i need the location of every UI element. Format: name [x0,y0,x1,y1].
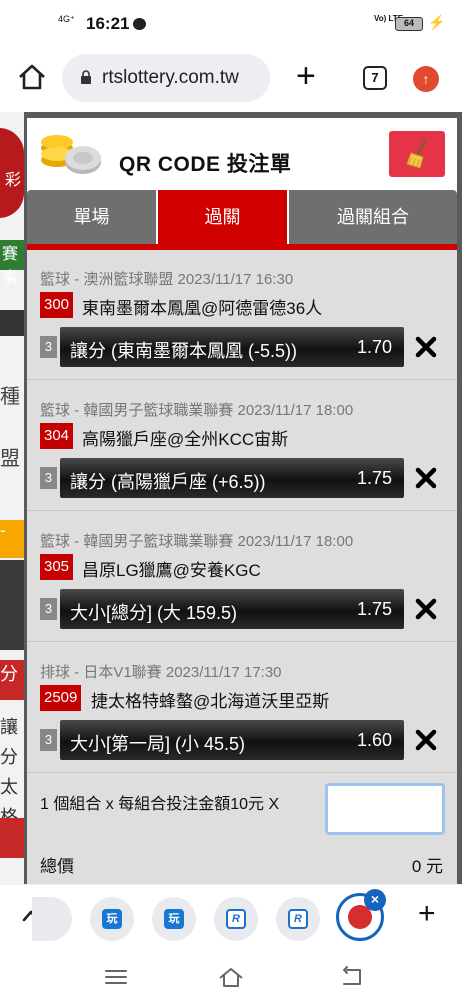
bet-code-badge: 300 [40,292,74,318]
bet-odds: 1.75 [356,599,392,619]
background-fragment [0,310,24,336]
background-fragment: 賽事 [0,240,24,287]
background-fragment [0,560,24,650]
remove-bet-icon[interactable] [415,336,437,358]
background-fragment: 讓分 太格 [0,717,18,827]
back-nav-icon[interactable] [338,962,368,992]
bet-odds: 1.70 [356,337,392,357]
new-tab-icon[interactable]: + [296,56,316,96]
tab-parlay-combo[interactable]: 過關組合 [289,190,457,244]
clock: 16:21 [86,14,130,33]
bet-selection-bar: 讓分 (高陽獵戶座 (+6.5)) 1.75 [60,458,404,498]
bet-match: 昌原LG獵鷹@安養KGC [82,561,261,580]
site-favicon-icon: R [288,909,308,929]
bet-match: 高陽獵戶座@全州KCC宙斯 [82,430,289,449]
bet-league: 籃球 - 韓國男子籃球職業聯賽 2023/11/17 18:00 [40,402,354,419]
coins-icon [41,135,101,174]
bet-number: 3 [40,467,57,489]
browser-toolbar: rtslottery.com.tw + 7 ↑ [0,46,462,112]
remove-bet-icon[interactable] [415,598,437,620]
bet-code-badge: 2509 [40,685,82,711]
bet-item: 籃球 - 澳洲籃球聯盟 2023/11/17 16:30 300 東南墨爾本鳳凰… [27,250,457,380]
background-logo: 彩 [0,128,24,218]
background-fragment: 盟 [0,448,20,470]
add-tab-icon[interactable]: + [418,897,436,931]
background-fragment: - [0,520,24,558]
tab-single[interactable]: 單場 [27,190,156,244]
bet-selection: 讓分 (東南墨爾本鳳凰 (-5.5)) [70,341,297,361]
site-favicon-icon: 玩 [164,909,184,929]
site-favicon-icon: 玩 [102,909,122,929]
background-page-strip: 彩 賽事 種 盟 - 分 讓分 太格 [0,112,24,884]
site-favicon-icon: R [226,909,246,929]
tab-thumbnail[interactable] [32,897,72,941]
home-icon[interactable] [15,60,49,94]
bet-league: 排球 - 日本V1聯賽 2023/11/17 17:30 [40,664,282,681]
total-value: 0 元 [411,857,443,876]
bet-number: 3 [40,336,57,358]
url-text: rtslottery.com.tw [102,67,239,88]
bet-type-tabs: 單場 過關 過關組合 [27,190,457,244]
recent-apps-icon[interactable] [101,962,131,992]
bet-selection: 讓分 (高陽獵戶座 (+6.5)) [70,472,266,492]
tab-thumbnail[interactable]: 玩 [90,897,134,941]
bet-league: 籃球 - 澳洲籃球聯盟 2023/11/17 16:30 [40,271,294,288]
total-label: 總價 [40,857,74,876]
bet-number: 3 [40,729,57,751]
background-fragment [0,818,24,858]
bet-league: 籃球 - 韓國男子籃球職業聯賽 2023/11/17 18:00 [40,533,354,550]
bet-number: 3 [40,598,57,620]
clear-betslip-button[interactable] [389,131,445,177]
combo-description: 1 個組合 x 每組合投注金額10元 X [40,796,280,813]
background-fragment: 分 [0,660,24,700]
bet-item: 籃球 - 韓國男子籃球職業聯賽 2023/11/17 18:00 304 高陽獵… [27,381,457,511]
bet-odds: 1.60 [356,730,392,750]
modal-header: QR CODE 投注單 [27,118,457,190]
tab-thumbnail[interactable]: 玩 [152,897,196,941]
bet-selection-bar: 大小[總分] (大 159.5) 1.75 [60,589,404,629]
bet-odds: 1.75 [356,468,392,488]
bet-selection-bar: 讓分 (東南墨爾本鳳凰 (-5.5)) 1.70 [60,327,404,367]
status-bar: 4G⁺ 16:21 Vo) LTE 64 ⚡ [0,0,462,46]
system-nav-bar [0,954,462,1000]
bet-selection-bar: 大小[第一局] (小 45.5) 1.60 [60,720,404,760]
update-arrow-icon[interactable]: ↑ [413,66,439,92]
bet-selection: 大小[第一局] (小 45.5) [70,734,246,754]
modal-title: QR CODE 投注單 [119,153,292,176]
bet-code-badge: 305 [40,554,74,580]
line-notification-icon [133,18,146,30]
tab-parlay[interactable]: 過關 [158,190,287,244]
lock-icon [81,70,91,84]
bet-selection: 大小[總分] (大 159.5) [70,603,238,623]
bet-match: 東南墨爾本鳳凰@阿德雷德36人 [82,299,323,318]
qr-betslip-modal: QR CODE 投注單 單場 過關 過關組合 籃球 - 澳洲籃球聯盟 2023/… [27,118,457,884]
bet-amount-input[interactable] [325,783,445,835]
charging-icon: ⚡ [428,14,446,30]
battery-icon: 64 [395,17,423,31]
remove-bet-icon[interactable] [415,467,437,489]
tab-thumbnail[interactable]: R [214,897,258,941]
background-fragment: 種 [0,386,20,408]
address-bar[interactable]: rtslottery.com.tw [62,54,270,102]
bet-item: 排球 - 日本V1聯賽 2023/11/17 17:30 2509 捷太格特蜂螯… [27,643,457,773]
tab-switcher-button[interactable]: 7 [363,66,387,90]
combo-amount-row: 1 個組合 x 每組合投注金額10元 X [27,776,457,848]
total-row: 總價 0 元 [27,848,457,884]
signal-indicator: 4G⁺ [58,14,75,24]
bet-match: 捷太格特蜂螯@北海道沃里亞斯 [91,692,330,711]
bet-code-badge: 304 [40,423,74,449]
bet-item: 籃球 - 韓國男子籃球職業聯賽 2023/11/17 18:00 305 昌原L… [27,512,457,642]
home-nav-icon[interactable] [216,962,246,992]
tab-thumbnail[interactable]: R [276,897,320,941]
bottom-tab-strip: 玩 玩 R R × + [0,884,462,954]
broom-icon [406,139,427,169]
remove-bet-icon[interactable] [415,729,437,751]
close-tab-icon[interactable]: × [364,889,386,911]
